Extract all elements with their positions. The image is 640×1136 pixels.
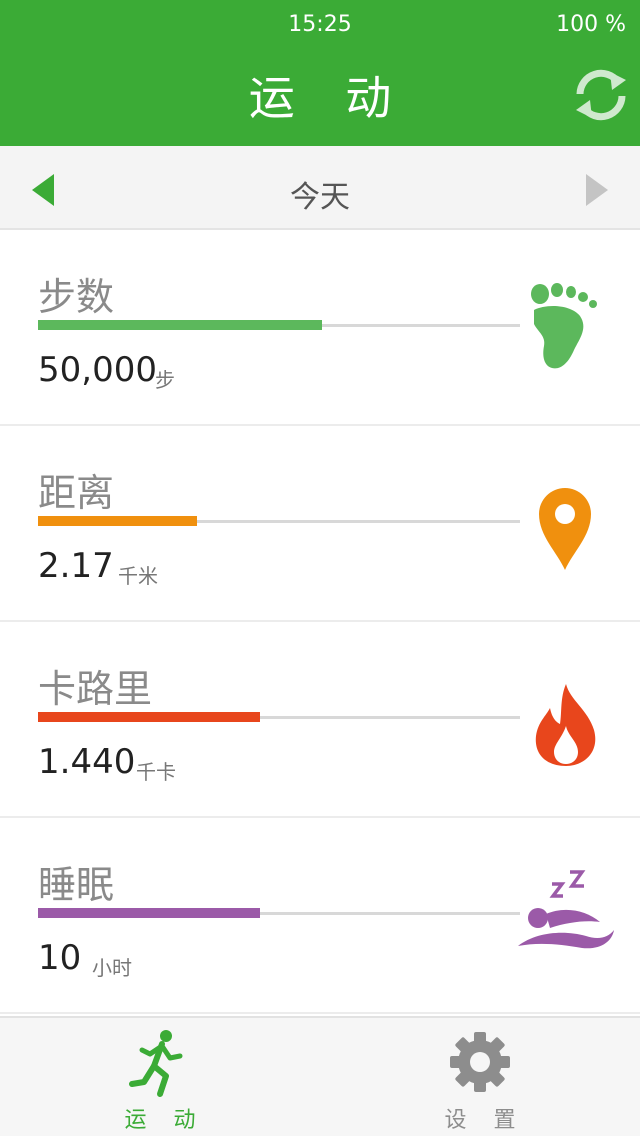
calories-card[interactable]: 卡路里 1.440 千卡 <box>0 622 640 818</box>
tab-sport[interactable]: 运 动 <box>0 1018 320 1136</box>
tab-settings[interactable]: 设 置 <box>320 1018 640 1136</box>
metric-unit: 千米 <box>118 564 158 588</box>
app-header: 15:25 100 % 运 动 <box>0 0 640 146</box>
progress-fill <box>38 516 198 526</box>
metric-title: 距离 <box>38 471 115 515</box>
metric-title: 步数 <box>38 275 115 319</box>
metric-unit: 小时 <box>92 956 132 980</box>
sleep-card[interactable]: 睡眠 10 小时 <box>0 818 640 1014</box>
progress-fill <box>38 712 260 722</box>
metric-title: 卡路里 <box>38 667 153 711</box>
tab-label: 运 动 <box>124 1108 206 1133</box>
progress-track <box>38 908 520 918</box>
location-pin-icon <box>539 488 591 570</box>
date-navigator: 今天 <box>0 146 640 230</box>
progress-track <box>38 712 520 722</box>
date-label: 今天 <box>290 180 350 215</box>
progress-fill <box>38 908 260 918</box>
metric-value: 2.17 <box>38 546 114 586</box>
footprint-icon <box>531 283 597 369</box>
gear-icon <box>450 1032 510 1092</box>
sleep-icon <box>518 870 614 949</box>
refresh-button[interactable] <box>570 64 632 126</box>
next-day-button[interactable] <box>580 172 612 208</box>
tab-bar: 运 动 设 置 <box>0 1016 640 1136</box>
metric-unit: 步 <box>155 368 175 392</box>
progress-track <box>38 320 520 330</box>
runner-icon <box>129 1030 183 1097</box>
metric-value: 1.440 <box>38 742 136 782</box>
metric-value: 10 <box>38 938 82 978</box>
refresh-icon <box>576 69 626 121</box>
arrow-right-icon <box>586 174 608 206</box>
page-title: 运 动 <box>248 71 410 125</box>
progress-track <box>38 516 520 526</box>
flame-icon <box>535 684 596 766</box>
metric-value: 50,000 <box>38 350 157 390</box>
status-time: 15:25 <box>288 12 352 37</box>
metric-unit: 千卡 <box>136 760 176 784</box>
distance-card[interactable]: 距离 2.17 千米 <box>0 426 640 622</box>
status-battery: 100 % <box>556 12 626 37</box>
progress-fill <box>38 320 323 330</box>
metric-title: 睡眠 <box>38 863 115 907</box>
tab-label: 设 置 <box>444 1108 526 1133</box>
steps-card[interactable]: 步数 50,000 步 <box>0 230 640 426</box>
